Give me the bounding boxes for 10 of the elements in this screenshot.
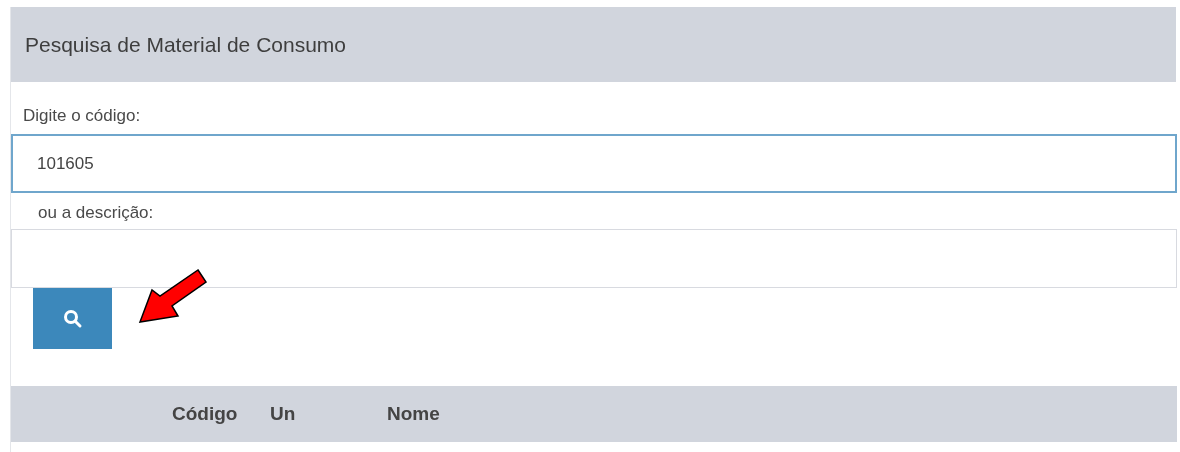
- column-header: Código: [172, 403, 239, 425]
- field-label: ou a descrição:: [38, 203, 154, 223]
- input-field[interactable]: 101605: [11, 134, 1177, 193]
- column-header: Un: [270, 403, 297, 425]
- field-label: Digite o código:: [23, 106, 141, 126]
- input-field[interactable]: [11, 229, 1177, 288]
- search-button[interactable]: [33, 288, 112, 349]
- search-icon: [62, 308, 83, 329]
- panel-title: Pesquisa de Material de Consumo: [25, 32, 346, 57]
- column-header: Nome: [387, 403, 441, 425]
